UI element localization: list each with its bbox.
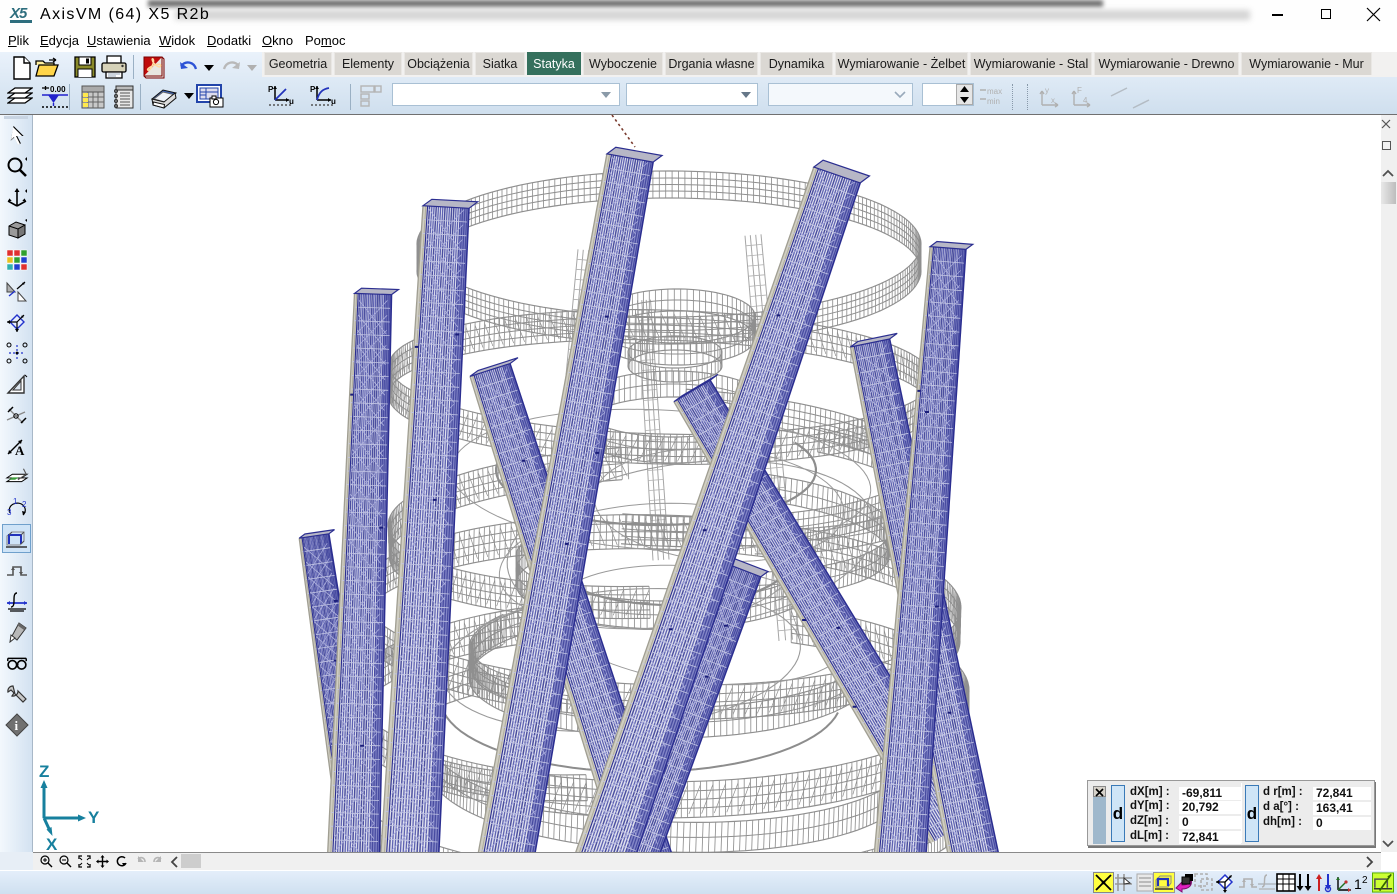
- svg-text:Y: Y: [88, 808, 100, 827]
- svg-text:A: A: [15, 443, 25, 457]
- svg-text:P: P: [268, 85, 274, 94]
- svg-text:4: 4: [1083, 96, 1088, 105]
- svg-text:F: F: [1077, 86, 1082, 95]
- svg-text:1: 1: [1354, 876, 1362, 892]
- svg-text:1: 1: [13, 497, 18, 506]
- svg-text:2: 2: [1362, 875, 1368, 886]
- svg-text:2: 2: [22, 500, 27, 509]
- svg-text:Z: Z: [39, 762, 49, 781]
- svg-text:y: y: [1045, 86, 1049, 95]
- svg-text:P: P: [310, 85, 316, 94]
- svg-text:3: 3: [7, 508, 12, 517]
- svg-text:max: max: [987, 87, 1002, 96]
- svg-text:i: i: [15, 718, 19, 733]
- svg-text:min: min: [987, 97, 1000, 106]
- svg-text:X: X: [46, 835, 58, 852]
- svg-text:0.00: 0.00: [50, 85, 66, 94]
- svg-text:x: x: [1051, 96, 1055, 105]
